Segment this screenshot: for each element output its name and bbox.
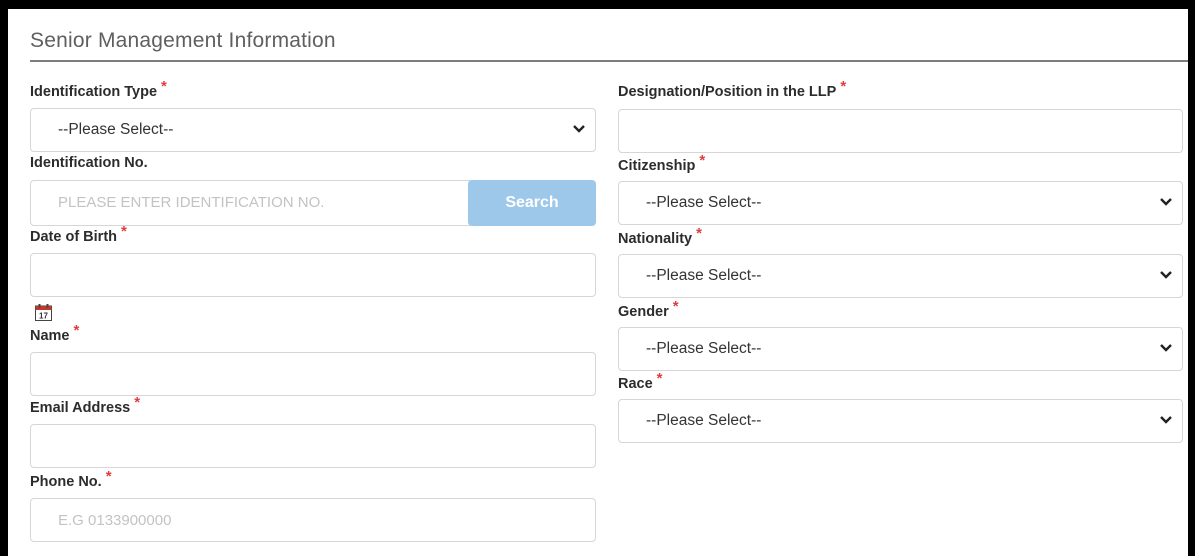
name-input[interactable] <box>30 352 596 396</box>
section-title: Senior Management Information <box>30 29 1188 62</box>
nationality-label-text: Nationality <box>618 231 693 247</box>
identification-no-label: Identification No. <box>30 155 148 171</box>
citizenship-select[interactable]: --Please Select-- <box>618 181 1183 225</box>
required-marker: * <box>672 298 679 315</box>
citizenship-label: Citizenship * <box>618 152 705 174</box>
required-marker: * <box>696 225 702 242</box>
identification-type-value: --Please Select-- <box>58 121 174 138</box>
required-marker: * <box>840 78 847 95</box>
required-marker: * <box>105 468 112 485</box>
date-of-birth-input[interactable] <box>30 253 596 297</box>
identification-no-placeholder: PLEASE ENTER IDENTIFICATION NO. <box>58 194 325 211</box>
search-button[interactable]: Search <box>468 180 596 226</box>
svg-text:17: 17 <box>39 312 48 321</box>
race-label-text: Race <box>618 376 653 392</box>
identification-no-input[interactable]: PLEASE ENTER IDENTIFICATION NO. <box>30 180 470 226</box>
required-marker: * <box>699 152 706 169</box>
chevron-down-icon <box>573 125 585 133</box>
race-label: Race * <box>618 370 663 392</box>
identification-type-select[interactable]: --Please Select-- <box>30 108 596 152</box>
calendar-icon[interactable]: 17 <box>35 304 52 321</box>
required-marker: * <box>134 394 141 411</box>
identification-no-label-text: Identification No. <box>30 155 148 171</box>
required-marker: * <box>656 370 663 387</box>
citizenship-value: --Please Select-- <box>646 194 762 211</box>
gender-value: --Please Select-- <box>646 340 762 357</box>
designation-label: Designation/Position in the LLP * <box>618 78 846 100</box>
race-value: --Please Select-- <box>646 412 762 429</box>
phone-label-text: Phone No. <box>30 474 102 490</box>
designation-label-text: Designation/Position in the LLP <box>618 84 837 100</box>
gender-label-text: Gender <box>618 304 669 320</box>
required-marker: * <box>121 223 127 240</box>
required-marker: * <box>161 78 167 95</box>
chevron-down-icon <box>1160 271 1172 279</box>
required-marker: * <box>73 322 80 339</box>
race-select[interactable]: --Please Select-- <box>618 399 1183 443</box>
date-of-birth-label-text: Date of Birth <box>30 229 117 245</box>
phone-input[interactable]: E.G 0133900000 <box>30 498 596 542</box>
chevron-down-icon <box>1160 198 1172 206</box>
email-label-text: Email Address <box>30 400 131 416</box>
phone-label: Phone No. * <box>30 468 112 490</box>
gender-label: Gender * <box>618 298 679 320</box>
designation-input[interactable] <box>618 109 1183 153</box>
nationality-select[interactable]: --Please Select-- <box>618 254 1183 298</box>
chevron-down-icon <box>1160 344 1172 352</box>
name-label-text: Name <box>30 328 70 344</box>
form-panel: Senior Management Information Identifica… <box>8 9 1188 556</box>
gender-select[interactable]: --Please Select-- <box>618 327 1183 371</box>
identification-type-label: Identification Type * <box>30 78 167 100</box>
date-of-birth-label: Date of Birth * <box>30 223 127 245</box>
nationality-value: --Please Select-- <box>646 267 762 284</box>
citizenship-label-text: Citizenship <box>618 158 696 174</box>
nationality-label: Nationality * <box>618 225 702 247</box>
email-input[interactable] <box>30 424 596 468</box>
phone-placeholder: E.G 0133900000 <box>58 512 172 529</box>
email-label: Email Address * <box>30 394 140 416</box>
name-label: Name * <box>30 322 79 344</box>
identification-type-label-text: Identification Type <box>30 84 158 100</box>
chevron-down-icon <box>1160 416 1172 424</box>
